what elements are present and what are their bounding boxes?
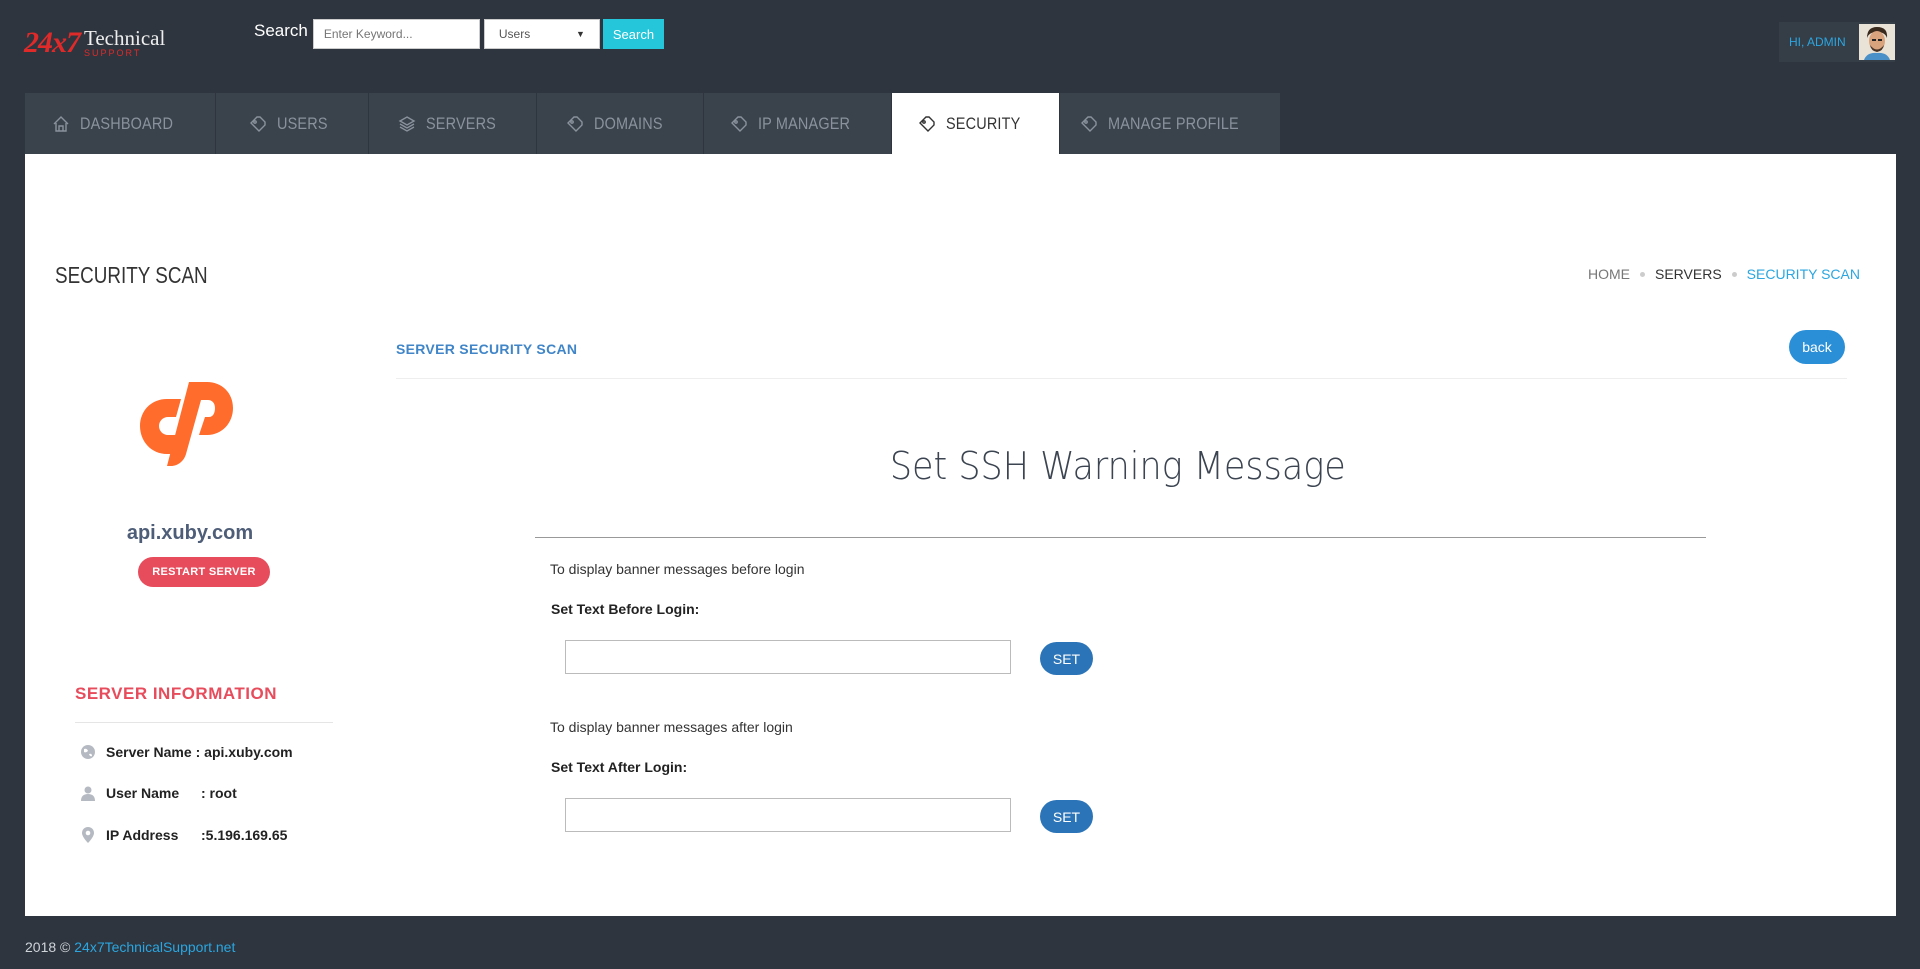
cpanel-logo [137,379,237,474]
search-scope-value: Users [498,27,531,41]
divider [75,722,333,723]
tag-icon [1079,114,1099,134]
logo-tagline: SUPPORT [84,48,142,58]
nav-users-label: USERS [276,113,328,133]
footer: 2018 © 24x7TechnicalSupport.net [25,939,235,955]
user-menu[interactable]: HI, ADMIN [1779,22,1895,62]
tag-icon [248,114,268,134]
info-key: User Name [106,785,180,801]
ssh-heading-text: Set SSH Warning Message [889,444,1346,488]
after-login-input[interactable] [565,798,1011,832]
server-hostname: api.xuby.com [126,522,254,544]
info-key: Server Name [106,744,192,760]
section-title: SERVER SECURITY SCAN [396,341,578,357]
info-user-name: User Name : root [73,785,237,801]
breadcrumb-servers[interactable]: SERVERS [1655,266,1722,282]
nav-manage-profile-label: MANAGE PROFILE [1107,113,1239,133]
info-value: : root [201,785,237,801]
search-scope-select[interactable]: Users ▼ [483,19,600,49]
nav-dashboard[interactable]: DASHBOARD [25,93,216,154]
globe-icon [73,744,103,760]
nav-domains-label: DOMAINS [594,113,663,133]
user-greeting: HI, ADMIN [1789,35,1846,49]
nav-servers[interactable]: SERVERS [369,93,537,154]
nav-domains[interactable]: DOMAINS [537,93,704,154]
restart-server-button[interactable]: RESTART SERVER [138,557,270,587]
tag-icon [917,114,937,134]
info-value: :5.196.169.65 [201,827,288,843]
main-panel: SECURITY SCAN HOME SERVERS SECURITY SCAN… [25,154,1896,916]
nav-security-label: SECURITY [946,113,1021,133]
search-label: Search [254,21,308,40]
breadcrumb-current: SECURITY SCAN [1746,266,1860,282]
avatar[interactable] [1859,24,1895,60]
before-login-input[interactable] [565,640,1011,674]
nav-users[interactable]: USERS [216,93,369,154]
divider [396,378,1847,379]
breadcrumb-home[interactable]: HOME [1588,266,1630,282]
before-login-description: To display banner messages before login [550,561,805,577]
search-input[interactable] [312,19,480,49]
map-pin-icon [73,826,103,844]
page-title: SECURITY SCAN [55,262,241,289]
page-title-text: SECURITY SCAN [55,262,208,288]
home-icon [51,114,71,134]
nav-security[interactable]: SECURITY [892,93,1060,154]
nav-ip-manager[interactable]: IP MANAGER [704,93,892,154]
logo-name: Technical [84,26,166,50]
user-icon [73,785,103,801]
footer-copyright: 2018 © [25,939,71,955]
layers-icon [397,114,417,134]
before-login-label: Set Text Before Login: [551,601,700,617]
logo-number: 24x7 [24,26,81,59]
footer-link[interactable]: 24x7TechnicalSupport.net [74,939,235,955]
tag-icon [565,114,585,134]
after-login-label: Set Text After Login: [551,759,688,775]
breadcrumb: HOME SERVERS SECURITY SCAN [1588,266,1860,282]
main-nav: DASHBOARD USERS SERVERS DOMAINS IP MANAG… [25,93,1281,154]
search-bar: Search Users ▼ Search [254,19,665,49]
brand-logo[interactable]: 24x7 Technical SUPPORT [24,18,184,68]
info-key: IP Address [106,827,179,843]
breadcrumb-separator [1640,271,1645,277]
nav-ip-manager-label: IP MANAGER [757,113,850,133]
nav-manage-profile[interactable]: MANAGE PROFILE [1060,93,1281,154]
server-info-title: SERVER INFORMATION [75,684,277,703]
chevron-down-icon: ▼ [575,29,585,39]
divider [535,537,1706,538]
set-before-login-button[interactable]: SET [1040,642,1093,675]
nav-servers-label: SERVERS [425,113,496,133]
search-button[interactable]: Search [602,19,665,49]
ssh-heading: Set SSH Warning Message [535,444,1700,488]
back-button[interactable]: back [1789,330,1845,364]
after-login-description: To display banner messages after login [550,719,793,735]
breadcrumb-separator [1731,271,1737,277]
info-value: : api.xuby.com [195,744,293,760]
nav-dashboard-label: DASHBOARD [79,113,173,133]
tag-icon [729,114,749,134]
info-server-name: Server Name : api.xuby.com [73,744,293,760]
info-ip-address: IP Address :5.196.169.65 [73,826,287,844]
set-after-login-button[interactable]: SET [1040,800,1093,833]
